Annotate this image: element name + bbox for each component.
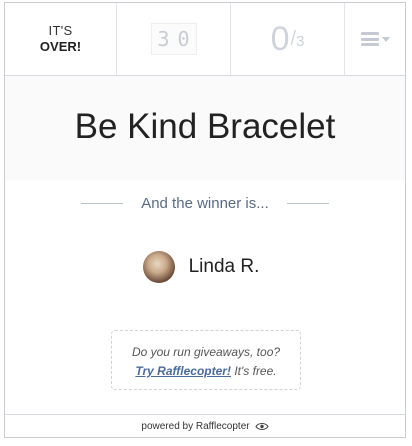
winner-name: Linda R. [188, 256, 260, 277]
promo-box: Do you run giveaways, too? Try Rafflecop… [111, 330, 301, 390]
hamburger-menu-icon[interactable] [360, 32, 390, 46]
status-line-1: IT'S [48, 23, 73, 38]
timer-digit: 0 [177, 27, 190, 51]
entries-count: 0 [270, 20, 290, 58]
rafflecopter-widget: IT'S OVER! 3 0 0 / 3 Be Kind Bracelet An… [4, 2, 406, 438]
footer[interactable]: powered by Rafflecopter [5, 414, 405, 438]
entries-panel: 0 / 3 [231, 3, 345, 75]
timer-digit: 3 [157, 27, 170, 51]
divider-line [81, 202, 124, 204]
promo-question: Do you run giveaways, too? [131, 345, 281, 359]
entries-total: 3 [296, 33, 305, 50]
giveaway-title: Be Kind Bracelet [74, 107, 336, 146]
avatar [142, 251, 175, 283]
winner-heading-text: And the winner is... [141, 194, 269, 212]
winner-heading: And the winner is... [5, 191, 405, 215]
timer-panel: 3 0 [117, 3, 231, 75]
winner-row: Linda R. [5, 249, 405, 285]
menu-button[interactable] [345, 3, 405, 75]
stats-bar: IT'S OVER! 3 0 0 / 3 [5, 3, 405, 76]
promo-cta-line: Try Rafflecopter! It's free. [112, 362, 300, 381]
title-area: Be Kind Bracelet [5, 76, 405, 180]
try-rafflecopter-link[interactable]: Try Rafflecopter! [135, 364, 231, 378]
rafflecopter-eye-icon [254, 422, 269, 431]
timer-display: 3 0 [150, 23, 197, 55]
caret-down-icon [381, 36, 390, 42]
status-line-2: OVER! [39, 39, 82, 54]
status-panel: IT'S OVER! [5, 3, 117, 75]
promo-suffix: It's free. [234, 364, 277, 378]
divider-line [286, 202, 329, 204]
powered-by-text[interactable]: powered by Rafflecopter [141, 421, 249, 432]
